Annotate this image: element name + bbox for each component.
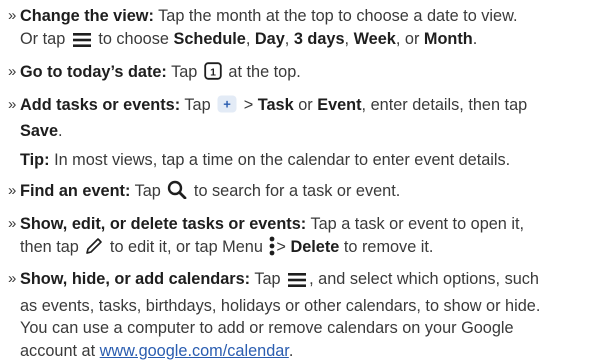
bullet: » xyxy=(8,182,17,199)
google-calendar-link[interactable]: www.google.com/calendar xyxy=(100,342,289,360)
list-item-edit-delete: » Show, edit, or delete tasks or events:… xyxy=(8,213,612,262)
instructions-document: » Change the view: Tap the month at the … xyxy=(0,0,614,360)
bullet: » xyxy=(8,270,17,287)
item-title: Find an event: xyxy=(20,182,131,200)
list-item-change-view: » Change the view: Tap the month at the … xyxy=(8,5,612,54)
bullet: » xyxy=(8,215,17,232)
calendar-today-icon: 1 xyxy=(204,62,222,87)
item-title: Add tasks or events: xyxy=(20,96,181,114)
item-title: Change the view: xyxy=(20,7,154,25)
add-plus-icon: + xyxy=(217,95,237,120)
list-item-today: » Go to today’s date: Tap 1 at the top. xyxy=(8,61,612,87)
tip-text: In most views, tap a time on the calenda… xyxy=(54,151,511,169)
bullet: » xyxy=(8,96,17,113)
hamburger-menu-icon xyxy=(72,32,92,55)
pencil-icon xyxy=(85,237,103,262)
item-title: Show, edit, or delete tasks or events: xyxy=(20,215,307,233)
tip-note: Tip: In most views, tap a time on the ca… xyxy=(20,149,612,172)
svg-text:+: + xyxy=(223,97,231,112)
list-item-calendars: » Show, hide, or add calendars: Tap , an… xyxy=(8,270,541,360)
bullet: » xyxy=(8,63,17,80)
list-item-find-event: » Find an event: Tap to search for a tas… xyxy=(8,180,612,206)
item-title: Show, hide, or add calendars: xyxy=(20,270,251,288)
item-title: Go to today’s date: xyxy=(20,63,167,81)
bullet: » xyxy=(8,7,17,24)
svg-text:1: 1 xyxy=(210,66,216,78)
list-item-add-tasks: » Add tasks or events: Tap + > Task or E… xyxy=(8,95,528,140)
hamburger-menu-icon xyxy=(287,272,307,295)
tip-label: Tip: xyxy=(20,151,50,169)
search-icon xyxy=(167,180,187,206)
